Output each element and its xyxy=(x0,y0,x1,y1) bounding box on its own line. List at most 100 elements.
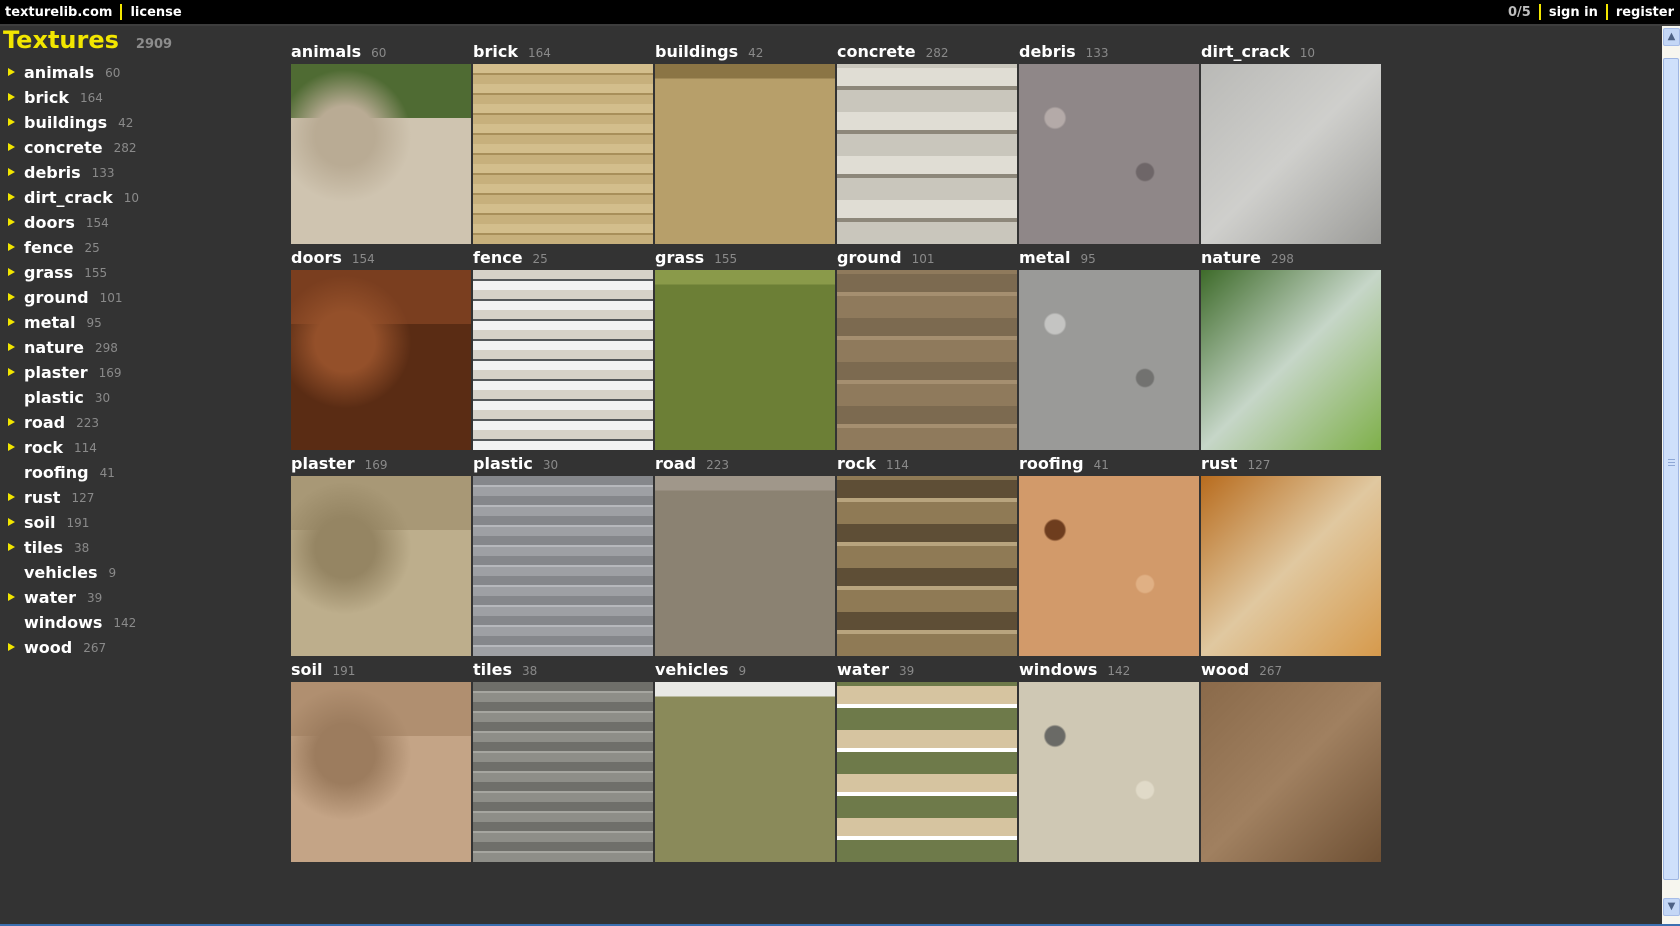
texture-thumbnail[interactable] xyxy=(655,682,835,862)
sidebar-item-wood[interactable]: wood 267 xyxy=(0,635,280,660)
tile-name[interactable]: roofing xyxy=(1019,454,1084,473)
tile-name[interactable]: doors xyxy=(291,248,342,267)
sidebar-item-brick[interactable]: brick 164 xyxy=(0,85,280,110)
texture-tile-plastic[interactable]: plastic 30 xyxy=(473,454,653,656)
vertical-scrollbar[interactable]: ▲ ▼ xyxy=(1662,26,1680,926)
category-name[interactable]: vehicles xyxy=(24,563,98,582)
expand-arrow-icon[interactable] xyxy=(8,268,15,276)
tile-name[interactable]: plaster xyxy=(291,454,355,473)
texture-thumbnail[interactable] xyxy=(1019,682,1199,862)
texture-tile-soil[interactable]: soil 191 xyxy=(291,660,471,862)
tile-name[interactable]: soil xyxy=(291,660,322,679)
texture-tile-buildings[interactable]: buildings 42 xyxy=(655,42,835,244)
tile-name[interactable]: nature xyxy=(1201,248,1261,267)
expand-arrow-icon[interactable] xyxy=(8,168,15,176)
expand-arrow-icon[interactable] xyxy=(8,193,15,201)
tile-name[interactable]: road xyxy=(655,454,696,473)
sidebar-item-metal[interactable]: metal 95 xyxy=(0,310,280,335)
category-name[interactable]: ground xyxy=(24,288,89,307)
texture-tile-concrete[interactable]: concrete 282 xyxy=(837,42,1017,244)
texture-tile-dirt-crack[interactable]: dirt_crack 10 xyxy=(1201,42,1381,244)
category-name[interactable]: fence xyxy=(24,238,74,257)
sidebar-item-vehicles[interactable]: vehicles 9 xyxy=(0,560,280,585)
category-name[interactable]: road xyxy=(24,413,65,432)
license-link[interactable]: license xyxy=(130,5,181,20)
sidebar-item-water[interactable]: water 39 xyxy=(0,585,280,610)
texture-thumbnail[interactable] xyxy=(837,64,1017,244)
sidebar-item-fence[interactable]: fence 25 xyxy=(0,235,280,260)
scroll-down-button[interactable]: ▼ xyxy=(1663,898,1680,916)
category-name[interactable]: plaster xyxy=(24,363,88,382)
sidebar-item-animals[interactable]: animals 60 xyxy=(0,60,280,85)
category-name[interactable]: soil xyxy=(24,513,55,532)
tile-name[interactable]: tiles xyxy=(473,660,512,679)
tile-name[interactable]: dirt_crack xyxy=(1201,42,1290,61)
texture-tile-fence[interactable]: fence 25 xyxy=(473,248,653,450)
texture-thumbnail[interactable] xyxy=(1201,270,1381,450)
sidebar-item-roofing[interactable]: roofing 41 xyxy=(0,460,280,485)
category-name[interactable]: concrete xyxy=(24,138,103,157)
category-name[interactable]: wood xyxy=(24,638,72,657)
sidebar-item-buildings[interactable]: buildings 42 xyxy=(0,110,280,135)
tile-name[interactable]: debris xyxy=(1019,42,1076,61)
texture-thumbnail[interactable] xyxy=(473,270,653,450)
expand-arrow-icon[interactable] xyxy=(8,68,15,76)
register-link[interactable]: register xyxy=(1616,5,1674,20)
sidebar-item-rock[interactable]: rock 114 xyxy=(0,435,280,460)
texture-thumbnail[interactable] xyxy=(1019,270,1199,450)
texture-tile-rust[interactable]: rust 127 xyxy=(1201,454,1381,656)
texture-thumbnail[interactable] xyxy=(291,270,471,450)
texture-tile-rock[interactable]: rock 114 xyxy=(837,454,1017,656)
sidebar-item-nature[interactable]: nature 298 xyxy=(0,335,280,360)
tile-name[interactable]: metal xyxy=(1019,248,1070,267)
expand-arrow-icon[interactable] xyxy=(8,343,15,351)
category-name[interactable]: rust xyxy=(24,488,60,507)
sidebar-title[interactable]: Textures xyxy=(3,26,119,54)
sidebar-item-rust[interactable]: rust 127 xyxy=(0,485,280,510)
tile-name[interactable]: brick xyxy=(473,42,518,61)
category-name[interactable]: animals xyxy=(24,63,94,82)
texture-thumbnail[interactable] xyxy=(837,270,1017,450)
texture-thumbnail[interactable] xyxy=(291,64,471,244)
texture-tile-doors[interactable]: doors 154 xyxy=(291,248,471,450)
expand-arrow-icon[interactable] xyxy=(8,443,15,451)
tile-name[interactable]: rust xyxy=(1201,454,1237,473)
expand-arrow-icon[interactable] xyxy=(8,493,15,501)
texture-tile-wood[interactable]: wood 267 xyxy=(1201,660,1381,862)
expand-arrow-icon[interactable] xyxy=(8,418,15,426)
sidebar-item-concrete[interactable]: concrete 282 xyxy=(0,135,280,160)
texture-thumbnail[interactable] xyxy=(655,64,835,244)
expand-arrow-icon[interactable] xyxy=(8,93,15,101)
expand-arrow-icon[interactable] xyxy=(8,643,15,651)
tile-name[interactable]: animals xyxy=(291,42,361,61)
expand-arrow-icon[interactable] xyxy=(8,118,15,126)
texture-thumbnail[interactable] xyxy=(473,64,653,244)
texture-thumbnail[interactable] xyxy=(1019,64,1199,244)
texture-thumbnail[interactable] xyxy=(1201,682,1381,862)
texture-tile-plaster[interactable]: plaster 169 xyxy=(291,454,471,656)
texture-tile-brick[interactable]: brick 164 xyxy=(473,42,653,244)
tile-name[interactable]: grass xyxy=(655,248,704,267)
texture-thumbnail[interactable] xyxy=(1201,64,1381,244)
texture-thumbnail[interactable] xyxy=(473,476,653,656)
texture-thumbnail[interactable] xyxy=(837,476,1017,656)
sidebar-item-ground[interactable]: ground 101 xyxy=(0,285,280,310)
texture-tile-nature[interactable]: nature 298 xyxy=(1201,248,1381,450)
sidebar-item-road[interactable]: road 223 xyxy=(0,410,280,435)
category-name[interactable]: rock xyxy=(24,438,63,457)
tile-name[interactable]: wood xyxy=(1201,660,1249,679)
texture-thumbnail[interactable] xyxy=(1201,476,1381,656)
expand-arrow-icon[interactable] xyxy=(8,293,15,301)
texture-tile-debris[interactable]: debris 133 xyxy=(1019,42,1199,244)
category-name[interactable]: doors xyxy=(24,213,75,232)
expand-arrow-icon[interactable] xyxy=(8,593,15,601)
category-name[interactable]: debris xyxy=(24,163,81,182)
sign-in-link[interactable]: sign in xyxy=(1549,5,1598,20)
sidebar-item-debris[interactable]: debris 133 xyxy=(0,160,280,185)
texture-tile-grass[interactable]: grass 155 xyxy=(655,248,835,450)
tile-name[interactable]: water xyxy=(837,660,889,679)
sidebar-item-grass[interactable]: grass 155 xyxy=(0,260,280,285)
texture-tile-metal[interactable]: metal 95 xyxy=(1019,248,1199,450)
category-name[interactable]: roofing xyxy=(24,463,89,482)
category-name[interactable]: buildings xyxy=(24,113,107,132)
